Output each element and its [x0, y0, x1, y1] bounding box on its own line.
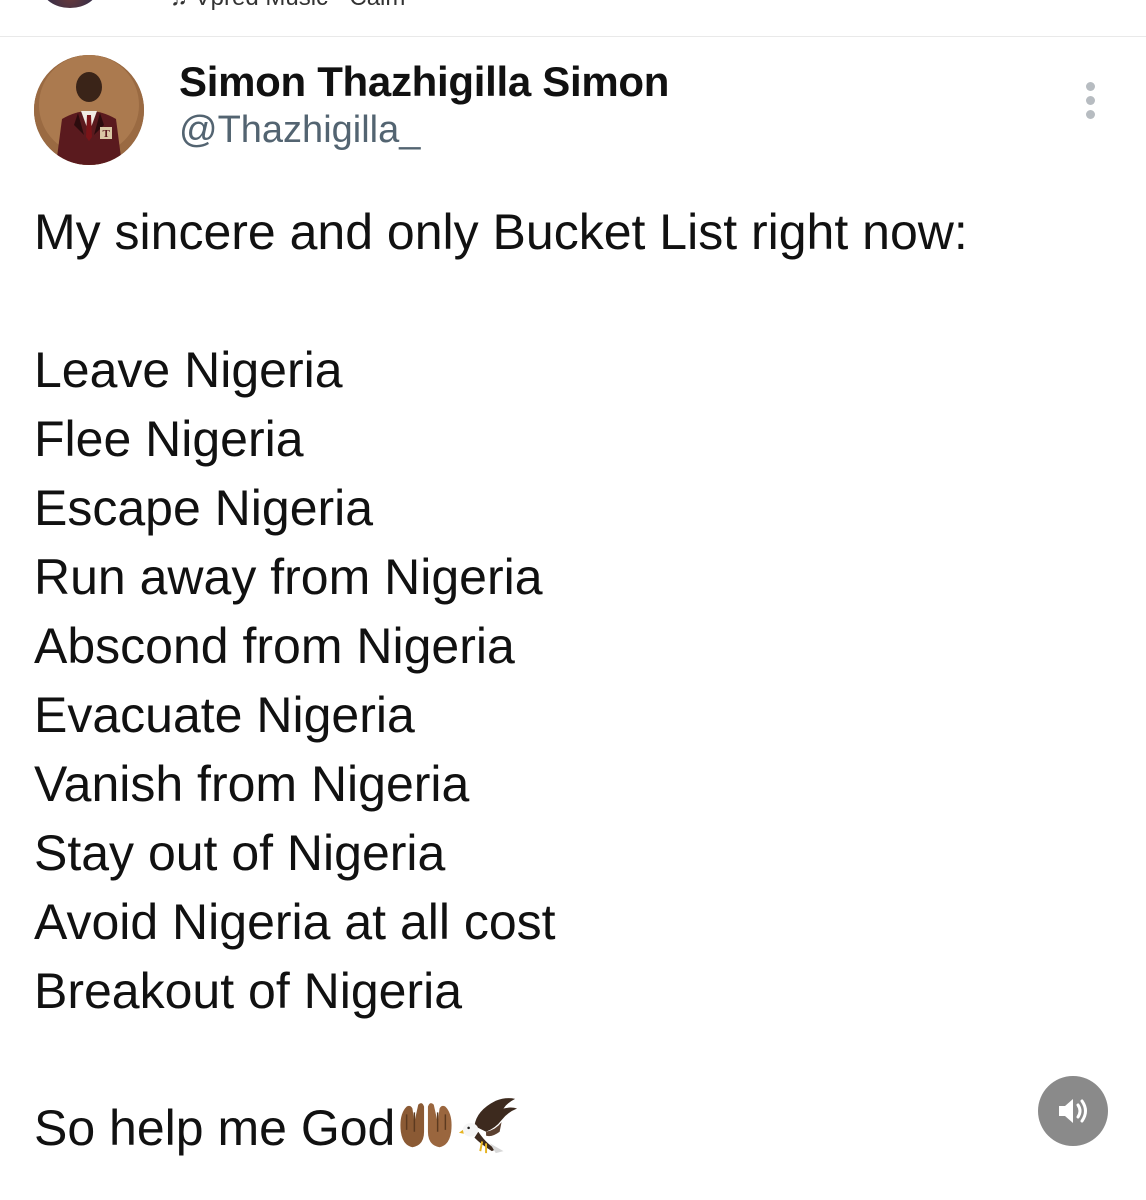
volume-icon — [1059, 1099, 1087, 1123]
previous-item-cropped: ♫ Vpred Music · Calm — [0, 0, 1146, 37]
list-item: Flee Nigeria — [34, 411, 304, 467]
eagle-icon — [459, 1098, 518, 1154]
list-item: Vanish from Nigeria — [34, 756, 470, 812]
author-avatar[interactable]: T — [34, 55, 144, 165]
tweet-intro: My sincere and only Bucket List right no… — [34, 204, 968, 260]
tweet-text: My sincere and only Bucket List right no… — [34, 198, 1114, 1026]
list-item: Run away from Nigeria — [34, 549, 543, 605]
closing-text: So help me God — [34, 1100, 396, 1156]
palms-up-together-icon — [400, 1103, 452, 1148]
list-item: Breakout of Nigeria — [34, 963, 463, 1019]
svg-text:T: T — [103, 128, 111, 140]
previous-item-text: ♫ Vpred Music · Calm — [170, 0, 405, 12]
list-item: Stay out of Nigeria — [34, 825, 446, 881]
author-display-name[interactable]: Simon Thazhigilla Simon — [179, 58, 669, 106]
list-item: Avoid Nigeria at all cost — [34, 894, 556, 950]
list-item: Escape Nigeria — [34, 480, 374, 536]
author-handle[interactable]: @Thazhigilla_ — [179, 109, 420, 152]
list-item: Abscond from Nigeria — [34, 618, 515, 674]
list-item: Evacuate Nigeria — [34, 687, 415, 743]
post-screenshot: ♫ Vpred Music · Calm T Simon Thazhigilla… — [0, 0, 1146, 1200]
list-item: Leave Nigeria — [34, 342, 343, 398]
tweet-closing-line: So help me God — [34, 1093, 519, 1163]
previous-avatar — [42, 0, 98, 8]
more-options-icon[interactable] — [1074, 78, 1108, 122]
volume-button[interactable] — [1038, 1076, 1108, 1146]
